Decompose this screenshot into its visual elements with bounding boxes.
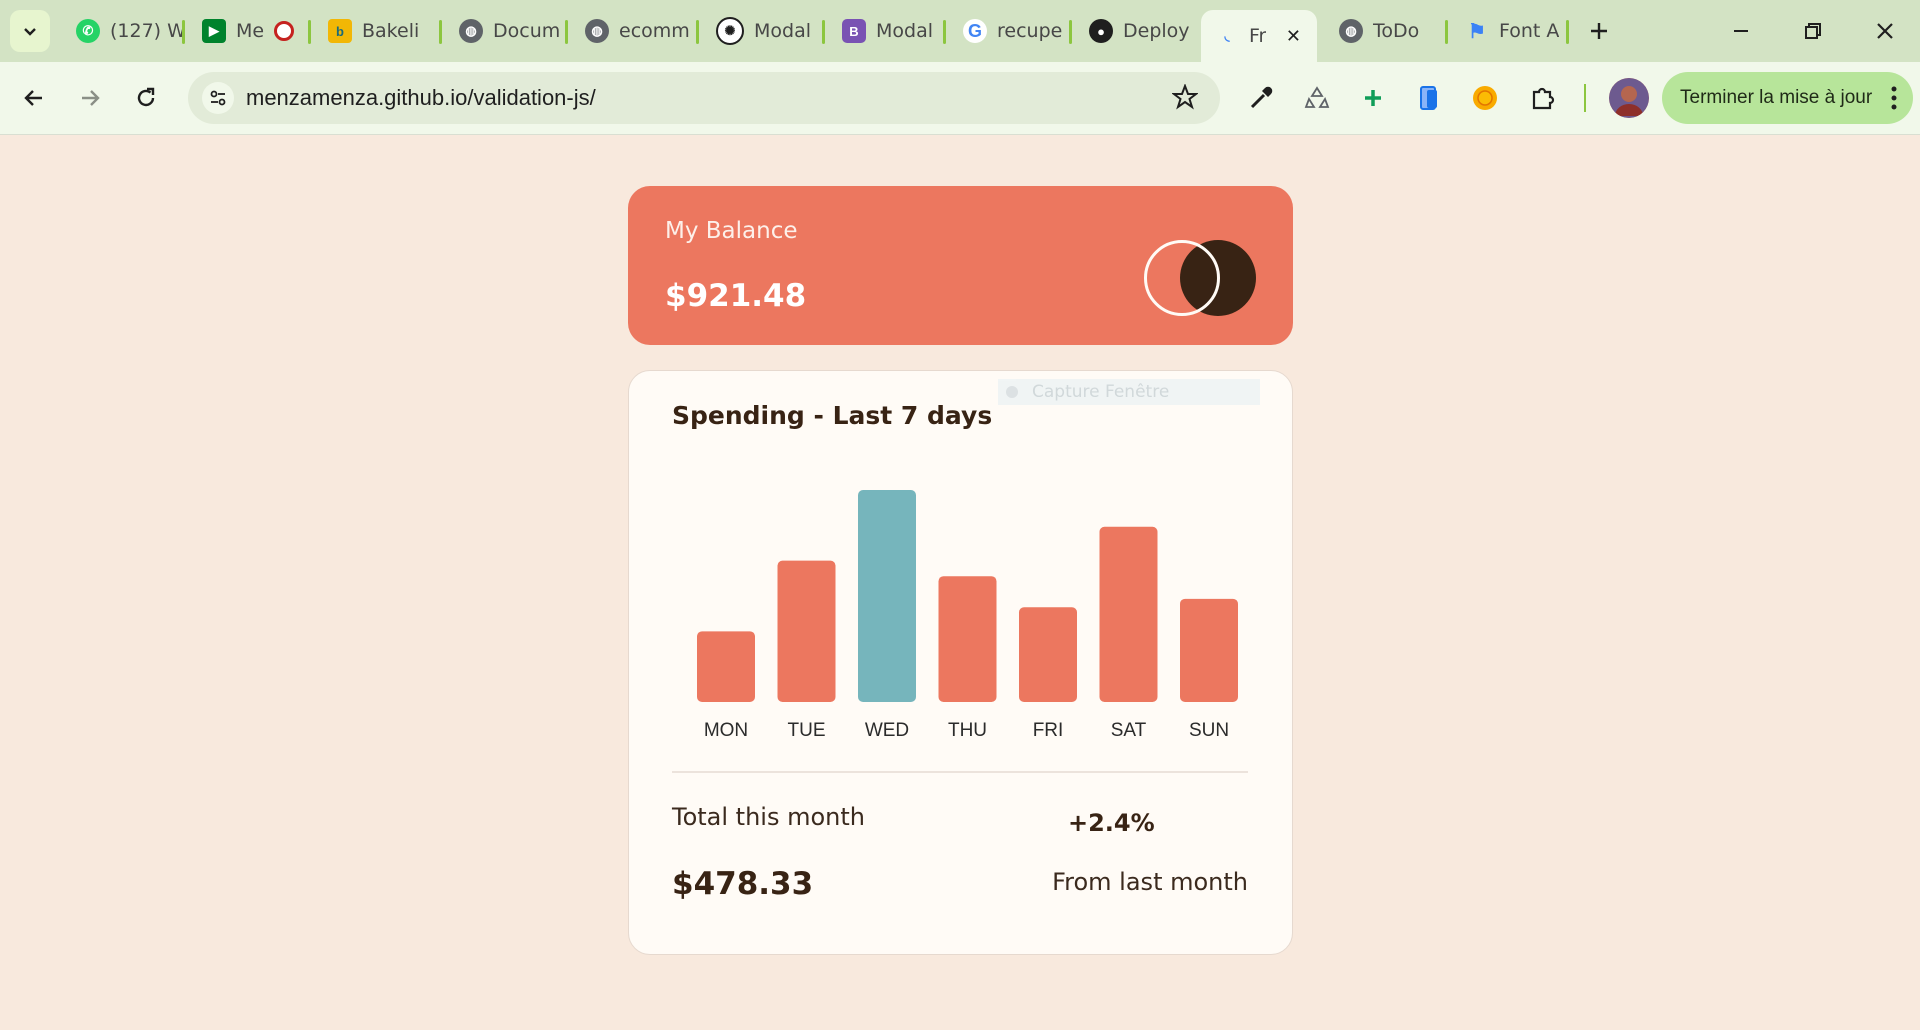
- balance-card: My Balance $921.48: [628, 186, 1293, 345]
- logo-circle-outline: [1144, 240, 1220, 316]
- reload-button[interactable]: [124, 76, 168, 120]
- tab-separator: [1566, 20, 1569, 44]
- plus-icon: [1591, 23, 1607, 39]
- day-label-thu: THU: [948, 720, 987, 741]
- tab-separator: [565, 20, 568, 44]
- close-window-button[interactable]: [1857, 10, 1913, 52]
- update-button-label: Terminer la mise à jour: [1680, 87, 1873, 108]
- tab-active-fr[interactable]: ◟ Fr ✕: [1201, 10, 1317, 62]
- eyedropper-extension-icon[interactable]: [1243, 80, 1279, 116]
- openai-icon: ✺: [716, 17, 744, 45]
- forward-button[interactable]: [68, 76, 112, 120]
- tab-separator: [1069, 20, 1072, 44]
- more-vertical-icon[interactable]: [1891, 86, 1897, 116]
- day-label-tue: TUE: [788, 720, 826, 741]
- font-awesome-icon: ⚑: [1468, 20, 1486, 43]
- tab-whatsapp[interactable]: ✆ (127) W: [62, 10, 182, 52]
- balance-value: $921.48: [665, 278, 807, 314]
- new-tab-button[interactable]: [1571, 10, 1627, 52]
- bar-mon[interactable]: [697, 631, 755, 702]
- orange-extension-icon[interactable]: [1467, 80, 1503, 116]
- arrow-left-icon: [24, 90, 42, 106]
- restore-icon: [1805, 23, 1821, 39]
- bar-thu[interactable]: [938, 576, 997, 702]
- close-tab-icon[interactable]: ✕: [1286, 26, 1301, 47]
- day-label-sun: SUN: [1189, 720, 1229, 741]
- tab-docum[interactable]: ◍ Docum: [445, 10, 565, 52]
- tab-separator: [943, 20, 946, 44]
- tab-modal-bootstrap[interactable]: B Modal: [828, 10, 943, 52]
- bookmark-star-icon[interactable]: [1171, 83, 1199, 114]
- tab-deploy[interactable]: ● Deploy: [1075, 10, 1195, 52]
- bar-sat[interactable]: [1099, 526, 1158, 702]
- phone-extension-icon[interactable]: [1411, 80, 1447, 116]
- tab-meet[interactable]: ▶ Me: [188, 10, 308, 52]
- tab-separator: [308, 20, 311, 44]
- reload-icon: [137, 87, 155, 107]
- url-text[interactable]: menzamenza.github.io/validation-js/: [246, 85, 596, 111]
- tab-search-button[interactable]: [10, 10, 50, 52]
- back-button[interactable]: [12, 76, 56, 120]
- tab-modal-openai[interactable]: ✺ Modal: [702, 10, 822, 52]
- change-label: From last month: [1052, 868, 1248, 896]
- google-meet-icon: ▶: [202, 19, 226, 43]
- spending-card: Spending - Last 7 days Capture Fenêtre M…: [628, 370, 1293, 955]
- site-info-icon[interactable]: [202, 82, 234, 114]
- bootstrap-icon: B: [842, 19, 866, 43]
- minimize-button[interactable]: [1713, 10, 1769, 52]
- tab-separator: [182, 20, 185, 44]
- day-label-sat: SAT: [1111, 720, 1147, 741]
- chevron-down-icon: [24, 28, 36, 36]
- address-bar[interactable]: menzamenza.github.io/validation-js/: [188, 72, 1220, 124]
- day-label-fri: FRI: [1033, 720, 1064, 741]
- tab-separator: [1445, 20, 1448, 44]
- tab-separator: [822, 20, 825, 44]
- recycle-extension-icon[interactable]: [1299, 80, 1335, 116]
- globe-icon: ◍: [459, 19, 483, 43]
- spending-bar-chart: MON TUE WED THU FRI SAT SUN: [697, 490, 1238, 741]
- tab-separator: [439, 20, 442, 44]
- google-icon: G: [963, 19, 987, 43]
- day-label-mon: MON: [704, 720, 748, 741]
- browser-tab-strip: ✆ (127) W ▶ Me b Bakeli ◍ Docum ◍ ecomm …: [0, 0, 1920, 62]
- update-button[interactable]: Terminer la mise à jour: [1662, 72, 1913, 124]
- github-icon: ●: [1089, 19, 1113, 43]
- globe-icon: ◍: [1339, 19, 1363, 43]
- globe-icon: ◍: [585, 19, 609, 43]
- total-value: $478.33: [672, 866, 814, 902]
- plus-extension-icon[interactable]: [1355, 80, 1391, 116]
- loading-icon: ◟: [1224, 28, 1230, 43]
- bar-sun[interactable]: [1180, 598, 1238, 702]
- close-icon: [1877, 23, 1893, 39]
- whatsapp-icon: ✆: [76, 19, 100, 43]
- bakeli-icon: b: [328, 19, 352, 43]
- tab-ecomm[interactable]: ◍ ecomm: [571, 10, 696, 52]
- tab-todo[interactable]: ◍ ToDo: [1325, 10, 1445, 52]
- profile-avatar[interactable]: [1609, 78, 1649, 118]
- browser-toolbar: menzamenza.github.io/validation-js/ Term…: [0, 62, 1920, 135]
- extensions-puzzle-icon[interactable]: [1524, 80, 1560, 116]
- bar-fri[interactable]: [1019, 607, 1077, 702]
- restore-button[interactable]: [1785, 10, 1841, 52]
- balance-label: My Balance: [665, 218, 798, 244]
- tab-separator: [696, 20, 699, 44]
- change-percentage: +2.4%: [1068, 809, 1155, 837]
- arrow-right-icon: [82, 90, 100, 106]
- bar-wed[interactable]: [858, 490, 916, 702]
- tab-bakeli[interactable]: b Bakeli: [314, 10, 439, 52]
- tab-recupe[interactable]: G recupe: [949, 10, 1069, 52]
- tab-font-awesome[interactable]: ⚑ Font A: [1451, 10, 1566, 52]
- recording-icon: [274, 21, 295, 41]
- bar-tue[interactable]: [777, 560, 836, 702]
- minimize-icon: [1734, 30, 1748, 32]
- day-label-wed: WED: [865, 720, 909, 741]
- divider: [672, 771, 1248, 773]
- total-label: Total this month: [672, 803, 865, 831]
- toolbar-separator: [1584, 84, 1586, 112]
